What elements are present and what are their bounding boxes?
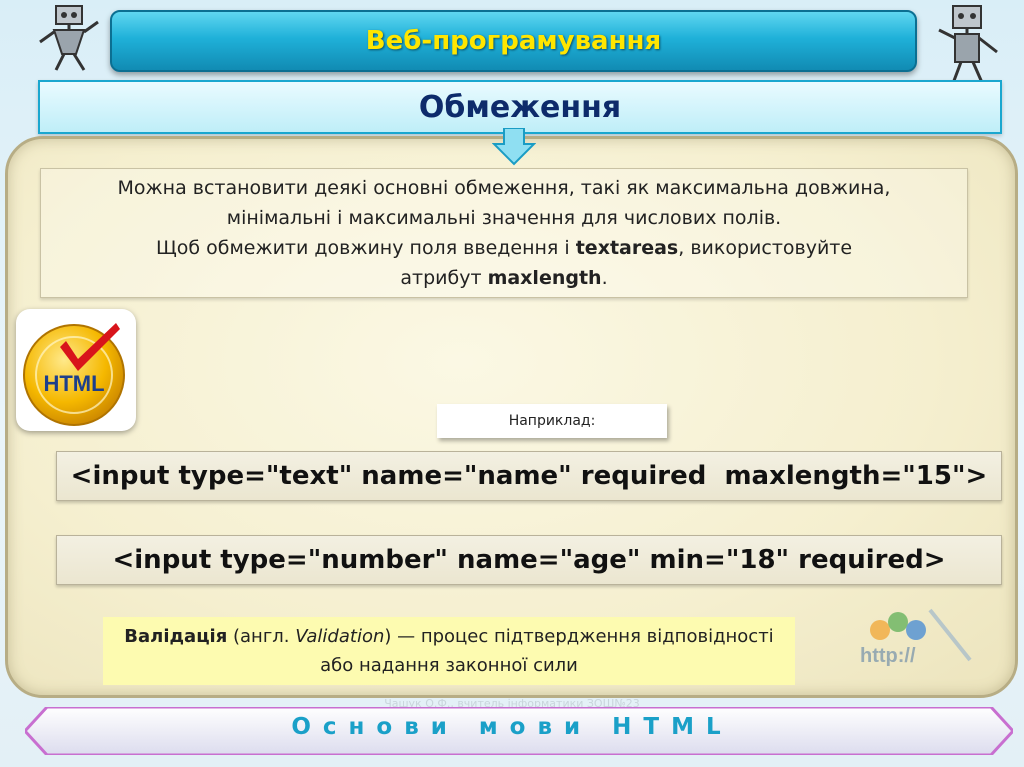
robot-left-icon: [39, 5, 99, 71]
slide-title: Веб-програмування: [365, 26, 662, 56]
svg-text:http://: http://: [860, 645, 916, 667]
intro-line-4: атрибут maxlength.: [400, 267, 608, 289]
example-label: Наприклад:: [437, 404, 667, 438]
svg-text:HTML: HTML: [43, 371, 104, 396]
down-arrow-icon: [492, 128, 536, 166]
validation-note: Валідація (англ. Validation) — процес пі…: [103, 617, 795, 685]
intro-line-1: Можна встановити деякі основні обмеження…: [117, 177, 891, 199]
subtitle-bar: Обмеження: [38, 80, 1002, 134]
note-line-2: або надання законної сили: [320, 655, 578, 676]
footer-course-title: Основи мови HTML: [291, 714, 733, 740]
http-logo-icon: http://: [860, 608, 972, 667]
intro-line-2: мінімальні і максимальні значення для чи…: [226, 207, 782, 229]
html-logo: HTML: [16, 309, 136, 431]
code-example-text-input: <input type="text" name="name" required …: [56, 451, 1002, 501]
code-example-number-input: <input type="number" name="age" min="18"…: [56, 535, 1002, 585]
note-term: Валідація: [124, 626, 228, 647]
note-line-1: Валідація (англ. Validation) — процес пі…: [124, 626, 774, 647]
keyword-maxlength: maxlength: [487, 267, 602, 289]
html-checkmark-logo-icon: HTML: [23, 323, 125, 426]
keyword-textareas: textareas: [575, 237, 679, 259]
intro-line-3: Щоб обмежити довжину поля введення і tex…: [155, 237, 853, 259]
slide-subtitle: Обмеження: [418, 89, 622, 125]
title-bar: Веб-програмування: [110, 10, 917, 72]
intro-text: Можна встановити деякі основні обмеження…: [40, 168, 968, 298]
note-english: Validation: [295, 626, 385, 647]
